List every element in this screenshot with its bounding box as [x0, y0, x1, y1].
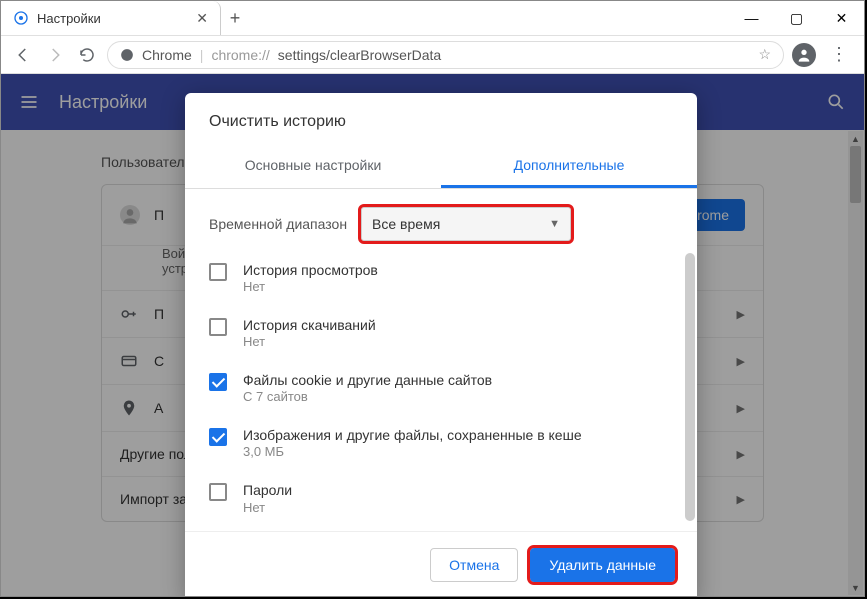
- window-controls: — ▢ ✕: [729, 1, 864, 36]
- time-range-value: Все время: [372, 216, 440, 232]
- clear-data-button[interactable]: Удалить данные: [530, 548, 675, 582]
- option-row: Изображения и другие файлы, сохраненные …: [209, 420, 673, 475]
- time-range-row: Временной диапазон Все время ▼: [209, 201, 673, 255]
- checkbox[interactable]: [209, 318, 227, 336]
- option-title: История просмотров: [243, 261, 378, 279]
- option-row: История скачиванийНет: [209, 310, 673, 365]
- tab-basic[interactable]: Основные настройки: [185, 145, 441, 188]
- option-subtitle: Нет: [243, 279, 378, 296]
- dialog-scrollbar[interactable]: [685, 253, 695, 549]
- dialog-scroll-thumb[interactable]: [685, 253, 695, 521]
- toolbar: Chrome | chrome://settings/clearBrowserD…: [1, 36, 864, 74]
- checkbox[interactable]: [209, 373, 227, 391]
- titlebar: Настройки ✕ + — ▢ ✕: [1, 1, 864, 36]
- chevron-down-icon: ▼: [549, 218, 560, 230]
- browser-tab[interactable]: Настройки ✕: [1, 1, 221, 35]
- back-button[interactable]: [11, 43, 35, 67]
- gear-icon: [13, 10, 29, 26]
- time-range-select[interactable]: Все время ▼: [361, 207, 571, 241]
- option-subtitle: Нет: [243, 500, 292, 517]
- url-prefix: chrome://: [211, 47, 269, 63]
- bookmark-star-icon[interactable]: ☆: [758, 46, 771, 63]
- option-title: Файлы cookie и другие данные сайтов: [243, 371, 492, 389]
- profile-avatar[interactable]: [792, 43, 816, 67]
- dialog-title: Очистить историю: [185, 93, 697, 145]
- checkbox[interactable]: [209, 263, 227, 281]
- option-subtitle: Нет: [243, 334, 376, 351]
- browser-window: Настройки ✕ + — ▢ ✕ Chrome | chrome://se…: [0, 0, 865, 597]
- new-tab-button[interactable]: +: [221, 8, 249, 29]
- clear-browsing-dialog: Очистить историю Основные настройки Допо…: [185, 93, 697, 597]
- option-row: История просмотровНет: [209, 255, 673, 310]
- option-title: История скачиваний: [243, 316, 376, 334]
- forward-button[interactable]: [43, 43, 67, 67]
- maximize-button[interactable]: ▢: [774, 1, 819, 36]
- address-bar[interactable]: Chrome | chrome://settings/clearBrowserD…: [107, 41, 784, 69]
- options-list: История просмотровНетИстория скачиванийН…: [209, 255, 673, 527]
- close-tab-icon[interactable]: ✕: [196, 10, 208, 27]
- option-subtitle: 3,0 МБ: [243, 444, 582, 461]
- minimize-button[interactable]: —: [729, 1, 774, 36]
- option-title: Пароли: [243, 481, 292, 499]
- dialog-body: Временной диапазон Все время ▼ История п…: [185, 189, 697, 531]
- time-range-label: Временной диапазон: [209, 216, 347, 232]
- option-subtitle: С 7 сайтов: [243, 389, 492, 406]
- dialog-tabs: Основные настройки Дополнительные: [185, 145, 697, 189]
- chrome-icon: [120, 48, 134, 62]
- menu-button[interactable]: ⋮: [824, 44, 854, 65]
- url-host: Chrome: [142, 47, 192, 63]
- cancel-button[interactable]: Отмена: [430, 548, 518, 582]
- url-path: settings/clearBrowserData: [278, 47, 441, 63]
- close-window-button[interactable]: ✕: [819, 1, 864, 36]
- checkbox[interactable]: [209, 483, 227, 501]
- checkbox[interactable]: [209, 428, 227, 446]
- dialog-footer: Отмена Удалить данные: [185, 531, 697, 597]
- option-row: Файлы cookie и другие данные сайтовС 7 с…: [209, 365, 673, 420]
- option-row: ПаролиНет: [209, 475, 673, 527]
- tab-advanced[interactable]: Дополнительные: [441, 145, 697, 188]
- option-title: Изображения и другие файлы, сохраненные …: [243, 426, 582, 444]
- reload-button[interactable]: [75, 43, 99, 67]
- tab-title: Настройки: [37, 11, 101, 26]
